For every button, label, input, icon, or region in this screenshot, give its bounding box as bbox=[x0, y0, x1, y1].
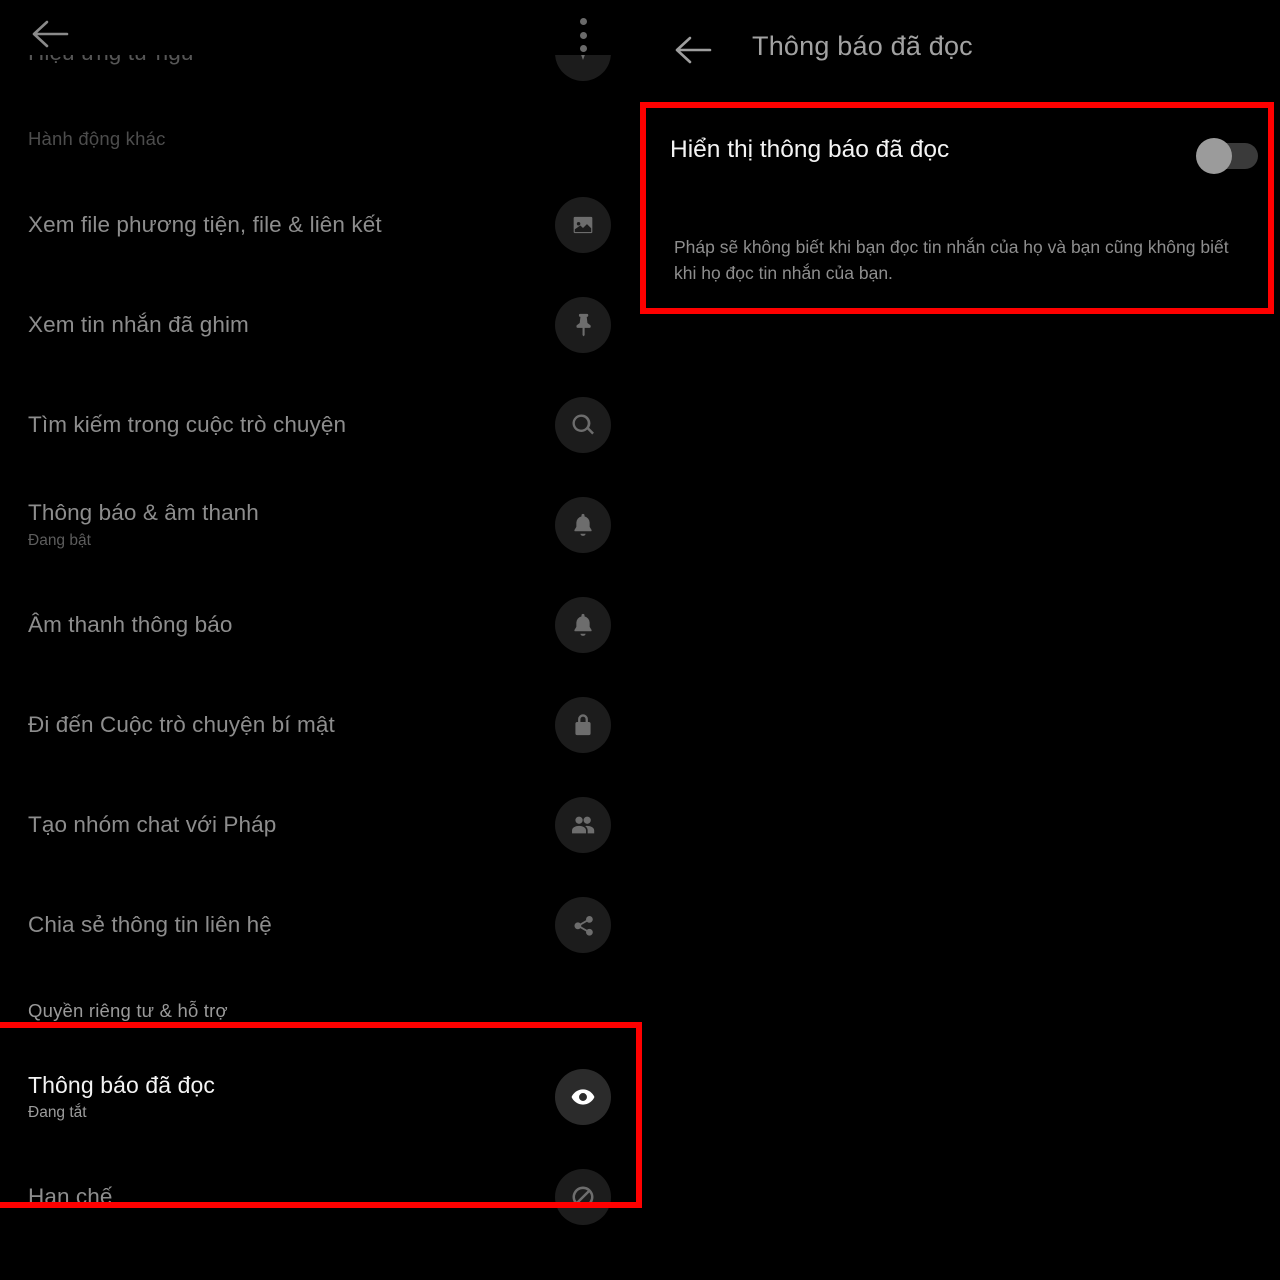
list-item-labels: Hiệu ứng từ ngữ bbox=[28, 55, 530, 68]
chat-settings-panel: Hiệu ứng từ ngữ Hành động khác Xem file … bbox=[0, 0, 640, 1280]
pin-icon bbox=[555, 297, 611, 353]
list-item-label: Xem file phương tiện, file & liên kết bbox=[28, 212, 382, 237]
list-item-labels: Xem tin nhắn đã ghim bbox=[28, 310, 530, 340]
list-item-labels: Xem file phương tiện, file & liên kết bbox=[28, 210, 530, 240]
toggle-description: Pháp sẽ không biết khi bạn đọc tin nhắn … bbox=[674, 237, 1229, 283]
list-item-share-contact[interactable]: Chia sẻ thông tin liên hệ bbox=[0, 875, 640, 975]
list-item-notifications-sounds[interactable]: Thông báo & âm thanh Đang bật bbox=[0, 475, 640, 575]
list-item-label: Hiệu ứng từ ngữ bbox=[28, 55, 530, 68]
list-item-labels: Hạn chế bbox=[28, 1182, 530, 1212]
list-item-media-files-links[interactable]: Xem file phương tiện, file & liên kết bbox=[0, 175, 640, 275]
list-item-label: Thông báo đã đọc bbox=[28, 1072, 216, 1098]
back-arrow-icon[interactable] bbox=[30, 16, 70, 52]
toggle-thumb bbox=[1196, 138, 1232, 174]
read-receipts-detail-panel: Thông báo đã đọc Hiển thị thông báo đã đ… bbox=[640, 0, 1280, 1280]
section-header-privacy-support: Quyền riêng tư & hỗ trợ bbox=[0, 975, 640, 1047]
sparkle-icon bbox=[555, 55, 611, 81]
list-item-status: Đang tắt bbox=[28, 1104, 87, 1121]
list-item-create-group-chat[interactable]: Tạo nhóm chat với Pháp bbox=[0, 775, 640, 875]
list-item-label: Đi đến Cuộc trò chuyện bí mật bbox=[28, 712, 335, 737]
section-header-label: Hành động khác bbox=[28, 128, 166, 149]
list-item-labels: Chia sẻ thông tin liên hệ bbox=[28, 910, 530, 940]
list-item-labels: Đi đến Cuộc trò chuyện bí mật bbox=[28, 710, 530, 740]
read-receipts-toggle-row[interactable]: Hiển thị thông báo đã đọc bbox=[640, 120, 1280, 190]
list-item-notification-sound[interactable]: Âm thanh thông báo bbox=[0, 575, 640, 675]
list-item-label: Tìm kiếm trong cuộc trò chuyện bbox=[28, 412, 347, 437]
bell-icon bbox=[555, 597, 611, 653]
list-item-secret-conversation[interactable]: Đi đến Cuộc trò chuyện bí mật bbox=[0, 675, 640, 775]
restrict-icon bbox=[555, 1169, 611, 1225]
search-icon bbox=[555, 397, 611, 453]
eye-icon bbox=[555, 1069, 611, 1125]
share-icon bbox=[555, 897, 611, 953]
list-item-label: Xem tin nhắn đã ghim bbox=[28, 312, 249, 337]
list-item-status: Đang bật bbox=[28, 532, 91, 549]
list-item-label: Thông báo & âm thanh bbox=[28, 500, 259, 525]
list-item-label: Chia sẻ thông tin liên hệ bbox=[28, 912, 272, 937]
lock-icon bbox=[555, 697, 611, 753]
toggle-label: Hiển thị thông báo đã đọc bbox=[670, 136, 950, 163]
page-title: Thông báo đã đọc bbox=[752, 31, 973, 61]
section-header-other-actions: Hành động khác bbox=[0, 103, 640, 175]
list-item-labels: Thông báo đã đọc Đang tắt bbox=[28, 1070, 530, 1124]
back-arrow-icon[interactable] bbox=[672, 30, 714, 70]
list-item-labels: Thông báo & âm thanh Đang bật bbox=[28, 498, 530, 552]
list-item-word-effects[interactable]: Hiệu ứng từ ngữ bbox=[0, 55, 640, 103]
list-item-labels: Âm thanh thông báo bbox=[28, 610, 530, 640]
list-item-labels: Tạo nhóm chat với Pháp bbox=[28, 810, 530, 840]
list-item-read-receipts[interactable]: Thông báo đã đọc Đang tắt bbox=[0, 1047, 640, 1147]
people-icon bbox=[555, 797, 611, 853]
right-topbar: Thông báo đã đọc bbox=[640, 0, 1280, 100]
list-item-pinned-messages[interactable]: Xem tin nhắn đã ghim bbox=[0, 275, 640, 375]
settings-list: Hiệu ứng từ ngữ Hành động khác Xem file … bbox=[0, 55, 640, 1247]
partial-row-clip: Hiệu ứng từ ngữ bbox=[0, 55, 640, 103]
list-item-label: Hạn chế bbox=[28, 1184, 113, 1209]
list-item-labels: Tìm kiếm trong cuộc trò chuyện bbox=[28, 410, 530, 440]
screenshot-root: Hiệu ứng từ ngữ Hành động khác Xem file … bbox=[0, 0, 1280, 1280]
image-icon bbox=[555, 197, 611, 253]
section-header-label: Quyền riêng tư & hỗ trợ bbox=[28, 1000, 228, 1021]
bell-icon bbox=[555, 497, 611, 553]
list-item-restrict[interactable]: Hạn chế bbox=[0, 1147, 640, 1247]
list-item-label: Âm thanh thông báo bbox=[28, 612, 233, 637]
list-item-search-in-conversation[interactable]: Tìm kiếm trong cuộc trò chuyện bbox=[0, 375, 640, 475]
list-item-label: Tạo nhóm chat với Pháp bbox=[28, 812, 277, 837]
read-receipts-toggle[interactable] bbox=[1196, 138, 1258, 174]
kebab-menu-icon[interactable] bbox=[563, 14, 603, 56]
